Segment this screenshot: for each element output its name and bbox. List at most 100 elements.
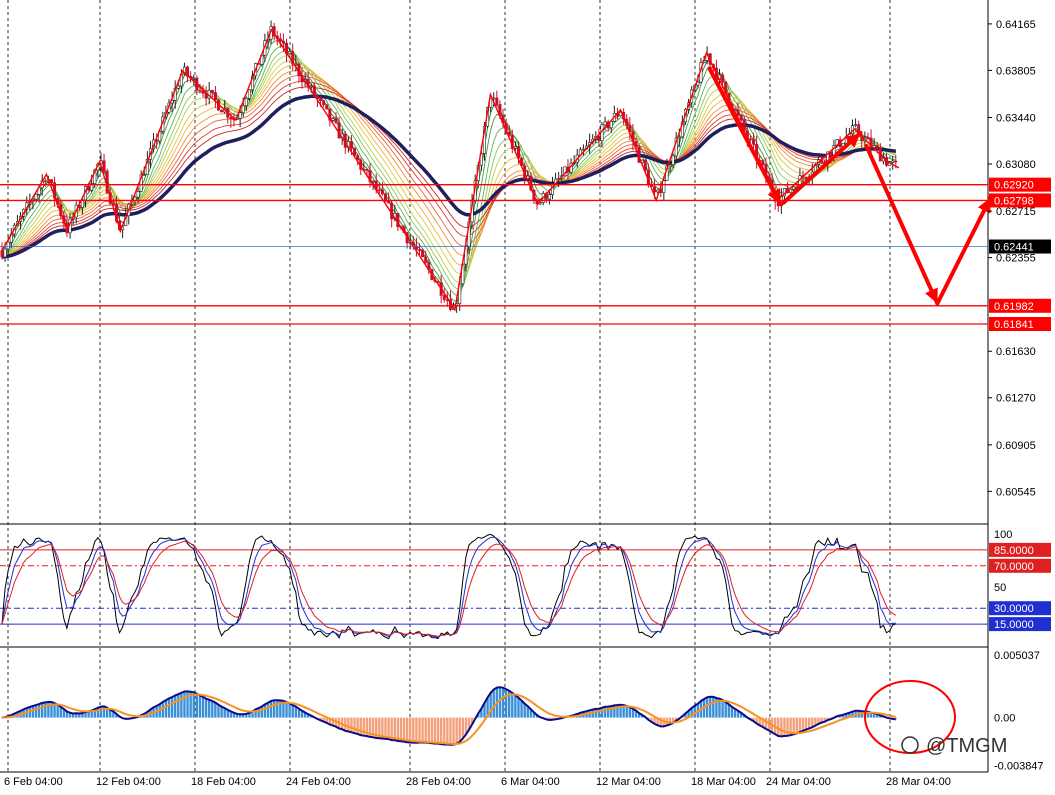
candle[interactable] xyxy=(792,186,796,190)
candle[interactable] xyxy=(547,194,551,200)
macd-tick-label: 0.00 xyxy=(994,713,1015,725)
price-tick-label: 0.60905 xyxy=(996,440,1036,452)
macd-histogram-bar xyxy=(424,717,427,743)
macd-histogram-bar xyxy=(164,700,168,718)
macd-histogram-bar xyxy=(192,692,195,718)
macd-histogram-bar xyxy=(353,717,356,734)
macd-histogram-bar xyxy=(211,700,214,718)
price-tick-label: 0.63805 xyxy=(996,65,1036,77)
price-tick-label: 0.61270 xyxy=(996,393,1036,405)
candle[interactable] xyxy=(894,160,898,163)
candle[interactable] xyxy=(513,146,517,149)
candle[interactable] xyxy=(309,85,313,88)
candle[interactable] xyxy=(597,136,601,141)
candle[interactable] xyxy=(34,194,38,200)
candle[interactable] xyxy=(288,51,292,54)
candle[interactable] xyxy=(365,168,369,171)
candle[interactable] xyxy=(136,191,140,198)
candle[interactable] xyxy=(334,118,338,123)
candle[interactable] xyxy=(229,117,233,120)
candle[interactable] xyxy=(854,124,858,126)
candle[interactable] xyxy=(241,105,245,113)
candle[interactable] xyxy=(581,148,585,151)
candle[interactable] xyxy=(210,89,214,93)
candle[interactable] xyxy=(752,139,756,145)
candle[interactable] xyxy=(424,256,428,263)
macd-histogram-bar xyxy=(285,702,288,718)
macd-histogram-bar xyxy=(449,717,452,745)
candle[interactable] xyxy=(736,109,740,116)
level-price-label: 0.61982 xyxy=(994,301,1034,313)
candle[interactable] xyxy=(244,97,248,107)
time-tick-label: 18 Feb 04:00 xyxy=(191,776,256,788)
macd-histogram-bar xyxy=(167,698,171,718)
macd-histogram-bar xyxy=(433,717,437,744)
candle[interactable] xyxy=(377,189,381,192)
candle[interactable] xyxy=(325,104,329,110)
price-tick-label: 0.62715 xyxy=(996,206,1036,218)
candle[interactable] xyxy=(49,179,53,183)
candle[interactable] xyxy=(238,112,242,119)
candle[interactable] xyxy=(331,118,335,121)
chart-canvas[interactable]: 0.64165 0.63805 0.63440 0.63080 0.62715 0.623… xyxy=(0,0,1055,790)
candle[interactable] xyxy=(322,100,326,105)
candle[interactable] xyxy=(0,250,4,258)
stochastic-level-label: 30.0000 xyxy=(994,603,1034,615)
candle[interactable] xyxy=(761,160,765,165)
candle[interactable] xyxy=(349,141,353,149)
macd-histogram-bar xyxy=(625,705,628,718)
macd-histogram-bar xyxy=(795,717,799,734)
macd-histogram-bar xyxy=(594,708,597,718)
candle[interactable] xyxy=(247,89,251,99)
macd-histogram-bar xyxy=(198,695,202,718)
candle[interactable] xyxy=(653,186,657,193)
candle[interactable] xyxy=(213,92,217,101)
candle[interactable] xyxy=(3,248,7,258)
candle[interactable] xyxy=(387,200,391,204)
candle[interactable] xyxy=(739,115,743,121)
candle[interactable] xyxy=(668,164,672,167)
candle[interactable] xyxy=(495,97,499,105)
macd-histogram-bar xyxy=(461,717,465,739)
candle[interactable] xyxy=(875,145,879,149)
macd-histogram-bar xyxy=(37,704,41,718)
candle[interactable] xyxy=(319,98,323,101)
candle[interactable] xyxy=(603,121,607,126)
candle[interactable] xyxy=(804,177,808,179)
macd-histogram-bar xyxy=(501,687,505,718)
candle[interactable] xyxy=(43,180,47,183)
candle[interactable] xyxy=(418,249,422,252)
macd-tick-label: 0.005037 xyxy=(994,650,1040,662)
candle[interactable] xyxy=(748,138,752,141)
candle[interactable] xyxy=(337,122,341,139)
candle[interactable] xyxy=(380,189,384,195)
candle[interactable] xyxy=(671,155,675,165)
macd-histogram-bar xyxy=(99,706,103,718)
price-tick-label: 0.61630 xyxy=(996,346,1036,358)
candle[interactable] xyxy=(198,89,202,92)
candle[interactable] xyxy=(891,160,895,163)
macd-histogram-bar xyxy=(603,706,607,718)
candle[interactable] xyxy=(102,160,106,172)
level-price-label: 0.61841 xyxy=(994,319,1034,331)
macd-histogram-bar xyxy=(396,717,400,741)
candle[interactable] xyxy=(866,137,870,139)
macd-histogram-bar xyxy=(798,717,802,732)
candle[interactable] xyxy=(6,241,10,250)
candle[interactable] xyxy=(421,249,425,258)
macd-histogram-bar xyxy=(405,717,409,743)
candle[interactable] xyxy=(142,174,146,177)
candle[interactable] xyxy=(721,74,725,83)
macd-histogram-bar xyxy=(201,696,205,718)
macd-histogram-bar xyxy=(709,696,712,718)
macd-histogram-bar xyxy=(180,692,183,718)
macd-histogram-bar xyxy=(721,699,724,718)
candle[interactable] xyxy=(176,85,180,89)
candle[interactable] xyxy=(220,109,224,113)
candle[interactable] xyxy=(281,40,285,44)
candle[interactable] xyxy=(192,77,196,80)
candle[interactable] xyxy=(371,180,375,183)
macd-histogram-bar xyxy=(177,694,180,718)
macd-histogram-bar xyxy=(452,717,455,745)
macd-histogram-bar xyxy=(409,717,412,743)
